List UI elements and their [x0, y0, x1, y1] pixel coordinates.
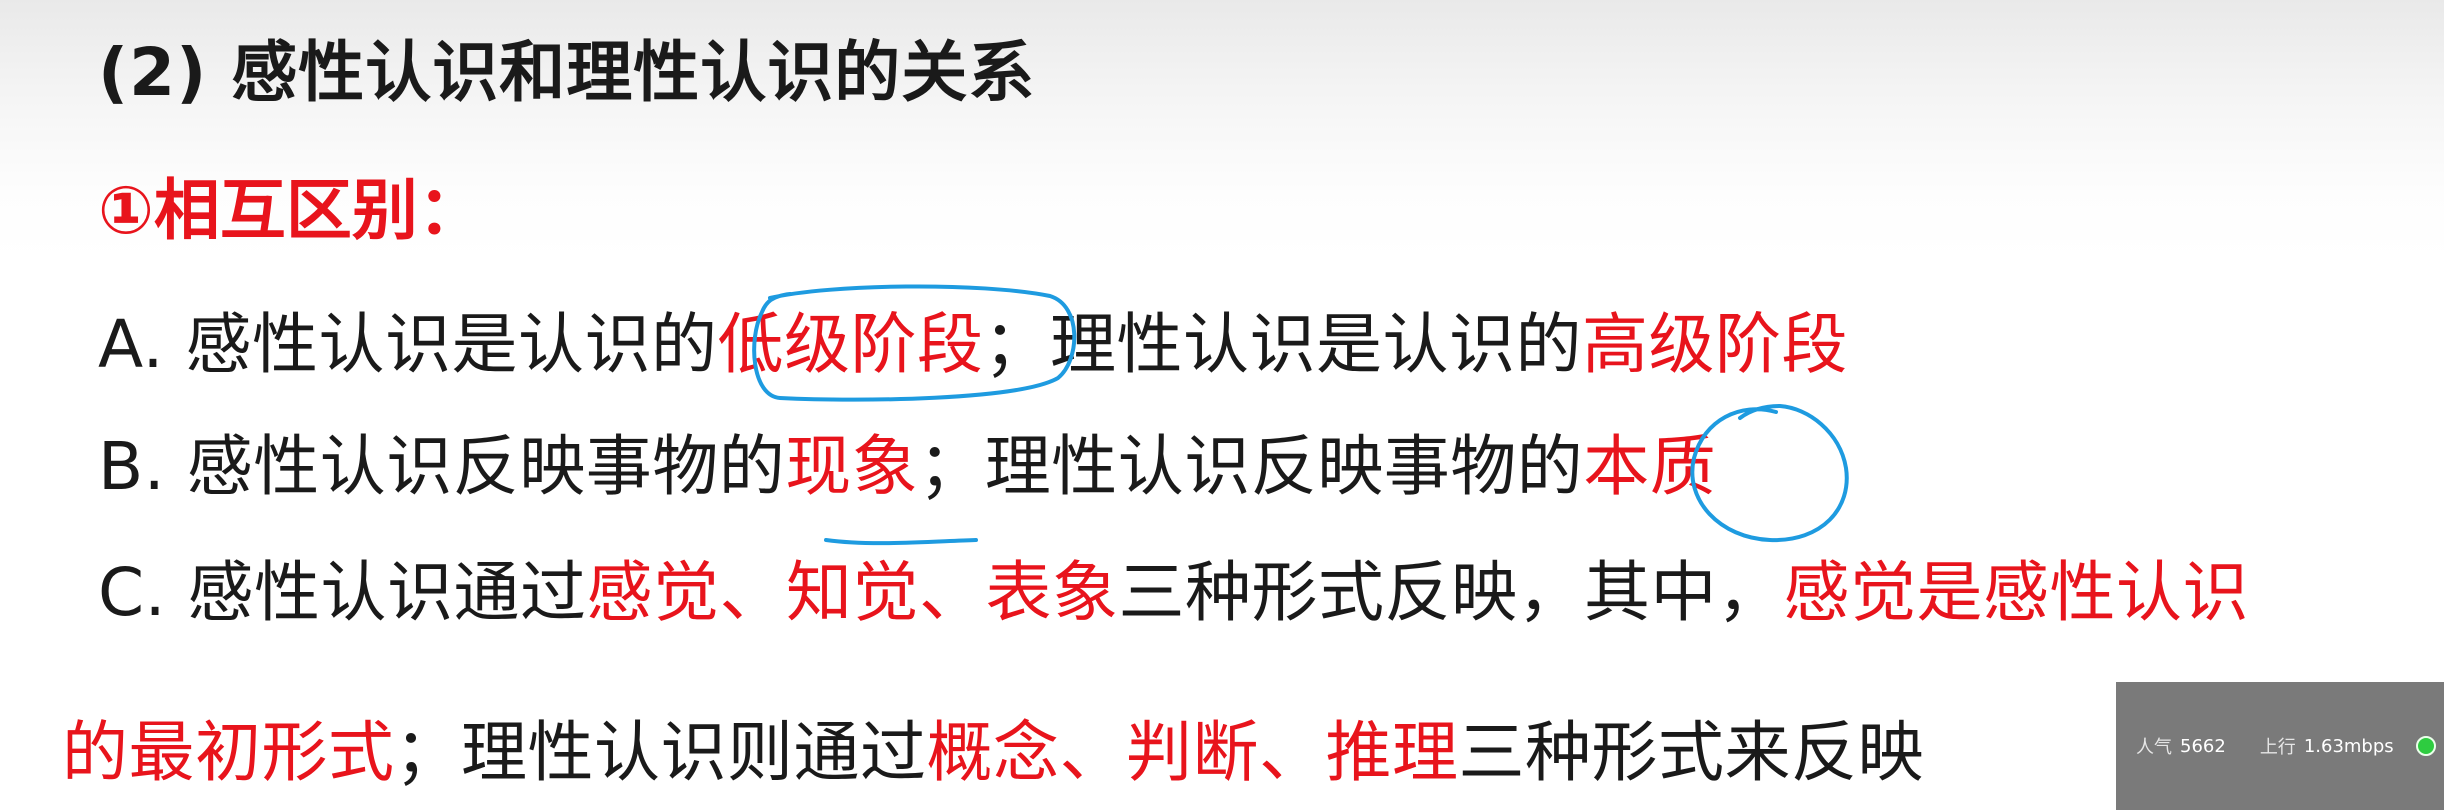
statement-b-term-phenomenon: 现象 — [785, 428, 919, 505]
statement-b-term-essence: 本质 — [1583, 428, 1717, 505]
statement-c-rational-middle: ；理性认识则通过 — [394, 714, 927, 791]
slide-title: (2) 感性认识和理性认识的关系 — [98, 34, 1036, 111]
statement-a-prefix: A. 感性认识是认识的 — [98, 306, 718, 383]
statement-b-prefix: B. 感性认识反映事物的 — [98, 428, 786, 505]
statement-a-term-low-stage: 低级阶段 — [717, 306, 984, 383]
connection-status-icon — [2415, 736, 2436, 756]
statement-c-emphasis: 感觉是感性认识 — [1783, 554, 2250, 631]
statement-c: C. 感性认识通过感觉、知觉、表象三种形式反映，其中，感觉是感性认识 — [98, 560, 2249, 626]
statement-b: B. 感性认识反映事物的现象；理性认识反映事物的本质 — [98, 434, 1716, 500]
stream-status-overlay: 人气 5662 上行 1.63mbps — [2116, 682, 2444, 810]
statement-b-middle: ；理性认识反映事物的 — [918, 428, 1584, 505]
popularity-label: 人气 — [2136, 737, 2172, 758]
upload-label: 上行 — [2259, 737, 2296, 758]
underline-mark-phenomenon — [824, 538, 978, 546]
slide: (2) 感性认识和理性认识的关系 ①相互区别： A. 感性认识是认识的低级阶段；… — [0, 0, 2444, 810]
statement-c-prefix: C. 感性认识通过 — [98, 554, 587, 631]
statement-c-continued: 的最初形式；理性认识则通过概念、判断、推理三种形式来反映 — [62, 720, 1924, 786]
statement-c-rational-forms: 概念、判断、推理 — [926, 714, 1459, 791]
section-heading: ①相互区别： — [98, 172, 484, 249]
statement-c-emphasis-continued: 的最初形式 — [62, 714, 395, 791]
statement-a-middle: ；理性认识是认识的 — [983, 306, 1582, 383]
handwritten-annotations — [752, 284, 1849, 546]
upload-value: 1.63mbps — [2303, 735, 2394, 757]
statement-a-term-high-stage: 高级阶段 — [1581, 306, 1848, 383]
statement-c-perceptual-forms: 感觉、知觉、表象 — [586, 554, 1119, 631]
statement-c-middle: 三种形式反映，其中， — [1118, 554, 1784, 631]
statement-a: A. 感性认识是认识的低级阶段；理性认识是认识的高级阶段 — [98, 312, 1848, 378]
popularity-value: 5662 — [2180, 735, 2226, 757]
statement-c-suffix: 三种形式来反映 — [1458, 714, 1924, 791]
